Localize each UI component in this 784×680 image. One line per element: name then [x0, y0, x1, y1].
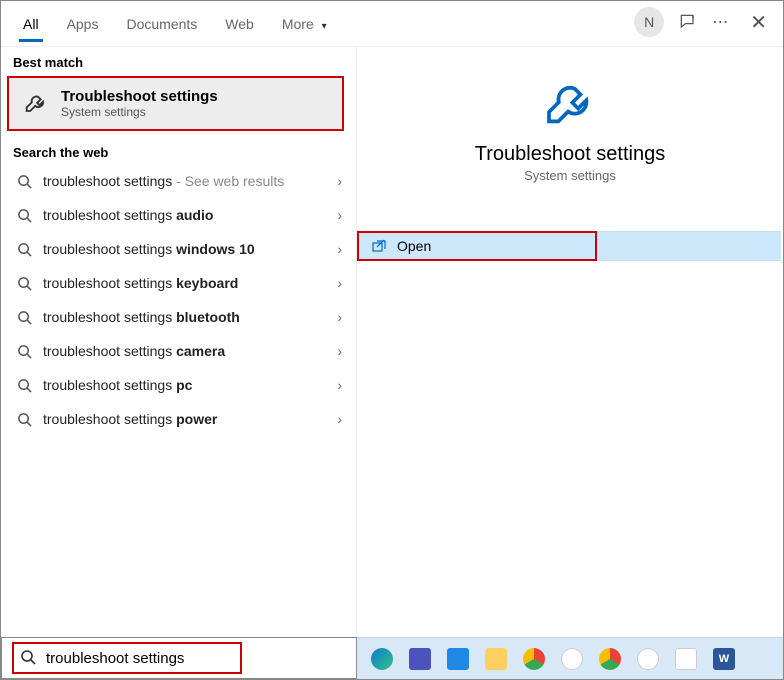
tab-more[interactable]: More ▾ — [268, 6, 341, 42]
taskbar-paint-icon[interactable] — [675, 648, 697, 670]
chevron-right-icon: › — [337, 343, 342, 359]
open-icon — [371, 238, 387, 254]
best-match-title: Troubleshoot settings — [61, 88, 218, 105]
web-result-item[interactable]: troubleshoot settings camera › — [1, 334, 356, 368]
web-result-text: troubleshoot settings bluetooth — [43, 309, 240, 325]
chevron-right-icon: › — [337, 173, 342, 189]
web-result-item[interactable]: troubleshoot settings bluetooth › — [1, 300, 356, 334]
chevron-right-icon: › — [337, 377, 342, 393]
search-icon — [15, 308, 33, 326]
web-result-text: troubleshoot settings audio — [43, 207, 213, 223]
preview-title: Troubleshoot settings — [357, 143, 783, 166]
section-search-web: Search the web — [1, 137, 356, 164]
web-result-text: troubleshoot settings pc — [43, 377, 192, 393]
search-input[interactable] — [44, 649, 224, 668]
taskbar: W — [357, 637, 783, 679]
taskbar-chrome-icon[interactable] — [523, 648, 545, 670]
preview-column: Troubleshoot settings System settings Op… — [357, 47, 783, 637]
open-action-row[interactable]: Open — [357, 231, 781, 261]
chevron-down-icon: ▾ — [322, 21, 327, 32]
search-icon — [20, 649, 36, 668]
header-actions: N ⋯ ✕ — [634, 7, 775, 37]
user-avatar[interactable]: N — [634, 7, 664, 37]
search-icon — [15, 274, 33, 292]
taskbar-slack-icon[interactable] — [561, 648, 583, 670]
wrench-icon — [542, 77, 598, 133]
chevron-right-icon: › — [337, 241, 342, 257]
chevron-right-icon: › — [337, 207, 342, 223]
search-panel: All Apps Documents Web More ▾ N ⋯ ✕ Best… — [0, 0, 784, 680]
open-button[interactable]: Open — [357, 231, 597, 261]
best-match-text: Troubleshoot settings System settings — [61, 88, 218, 119]
search-icon — [15, 410, 33, 428]
results-column: Best match Troubleshoot settings System … — [1, 47, 357, 637]
preview-subtitle: System settings — [357, 168, 783, 183]
chevron-right-icon: › — [337, 309, 342, 325]
search-bar — [1, 637, 357, 679]
search-icon — [15, 342, 33, 360]
tab-apps[interactable]: Apps — [53, 6, 113, 42]
best-match-result[interactable]: Troubleshoot settings System settings — [7, 76, 344, 131]
web-result-item[interactable]: troubleshoot settings keyboard › — [1, 266, 356, 300]
taskbar-folder-icon[interactable] — [485, 648, 507, 670]
taskbar-explorer-icon[interactable] — [447, 648, 469, 670]
web-results-list: troubleshoot settings - See web results ›… — [1, 164, 356, 436]
more-options-icon[interactable]: ⋯ — [712, 12, 730, 32]
section-best-match: Best match — [1, 47, 356, 74]
taskbar-teams-icon[interactable] — [409, 648, 431, 670]
web-result-text: troubleshoot settings windows 10 — [43, 241, 255, 257]
open-label: Open — [397, 238, 431, 254]
tab-documents[interactable]: Documents — [112, 6, 211, 42]
close-icon[interactable]: ✕ — [742, 10, 775, 35]
web-result-text: troubleshoot settings - See web results — [43, 173, 284, 189]
header-tabs: All Apps Documents Web More ▾ N ⋯ ✕ — [1, 1, 783, 47]
taskbar-snip-icon[interactable] — [637, 648, 659, 670]
content-columns: Best match Troubleshoot settings System … — [1, 47, 783, 637]
web-result-item[interactable]: troubleshoot settings - See web results › — [1, 164, 356, 198]
taskbar-edge-icon[interactable] — [371, 648, 393, 670]
web-result-text: troubleshoot settings camera — [43, 343, 225, 359]
search-icon — [15, 206, 33, 224]
tab-more-label: More — [282, 16, 314, 32]
best-match-subtitle: System settings — [61, 105, 218, 119]
chevron-right-icon: › — [337, 275, 342, 291]
web-result-text: troubleshoot settings keyboard — [43, 275, 238, 291]
web-result-item[interactable]: troubleshoot settings audio › — [1, 198, 356, 232]
search-icon — [15, 240, 33, 258]
web-result-item[interactable]: troubleshoot settings pc › — [1, 368, 356, 402]
web-result-text: troubleshoot settings power — [43, 411, 217, 427]
search-icon — [15, 172, 33, 190]
taskbar-chrome2-icon[interactable] — [599, 648, 621, 670]
wrench-icon — [21, 89, 51, 119]
search-icon — [15, 376, 33, 394]
search-input-highlight — [12, 642, 242, 674]
taskbar-word-icon[interactable]: W — [713, 648, 735, 670]
tab-all[interactable]: All — [9, 6, 53, 42]
tab-web[interactable]: Web — [211, 6, 268, 42]
web-result-item[interactable]: troubleshoot settings windows 10 › — [1, 232, 356, 266]
chevron-right-icon: › — [337, 411, 342, 427]
web-result-item[interactable]: troubleshoot settings power › — [1, 402, 356, 436]
feedback-icon[interactable] — [676, 10, 700, 34]
